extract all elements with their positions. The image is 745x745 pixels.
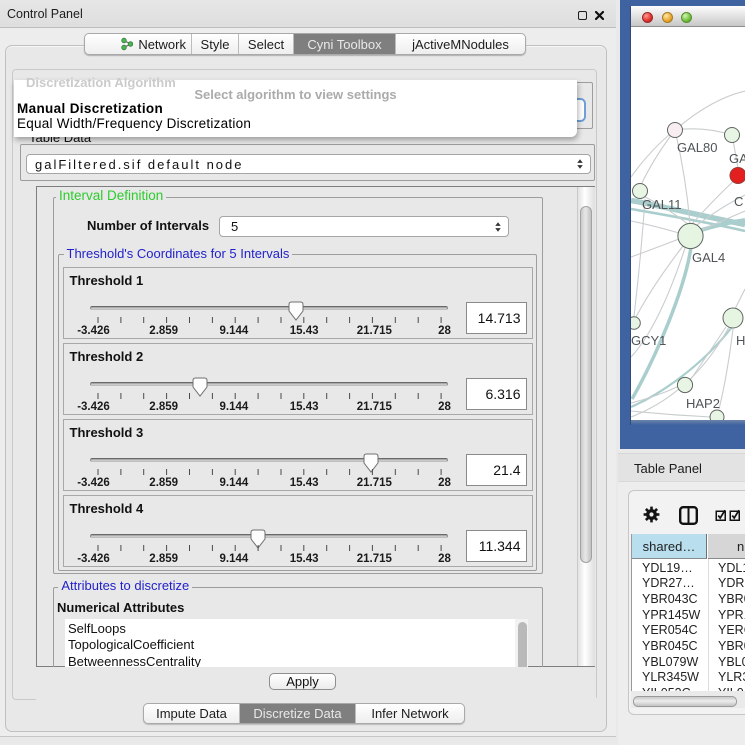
svg-text:C: C — [734, 194, 743, 209]
svg-text:H: H — [736, 333, 745, 348]
svg-text:GAL11: GAL11 — [642, 197, 682, 212]
svg-text:HAP2: HAP2 — [686, 396, 720, 411]
svg-text:GAL4: GAL4 — [692, 250, 725, 265]
svg-text:GA: GA — [729, 151, 745, 166]
svg-text:GAL80: GAL80 — [677, 140, 717, 155]
svg-text:GCY1: GCY1 — [631, 333, 666, 348]
